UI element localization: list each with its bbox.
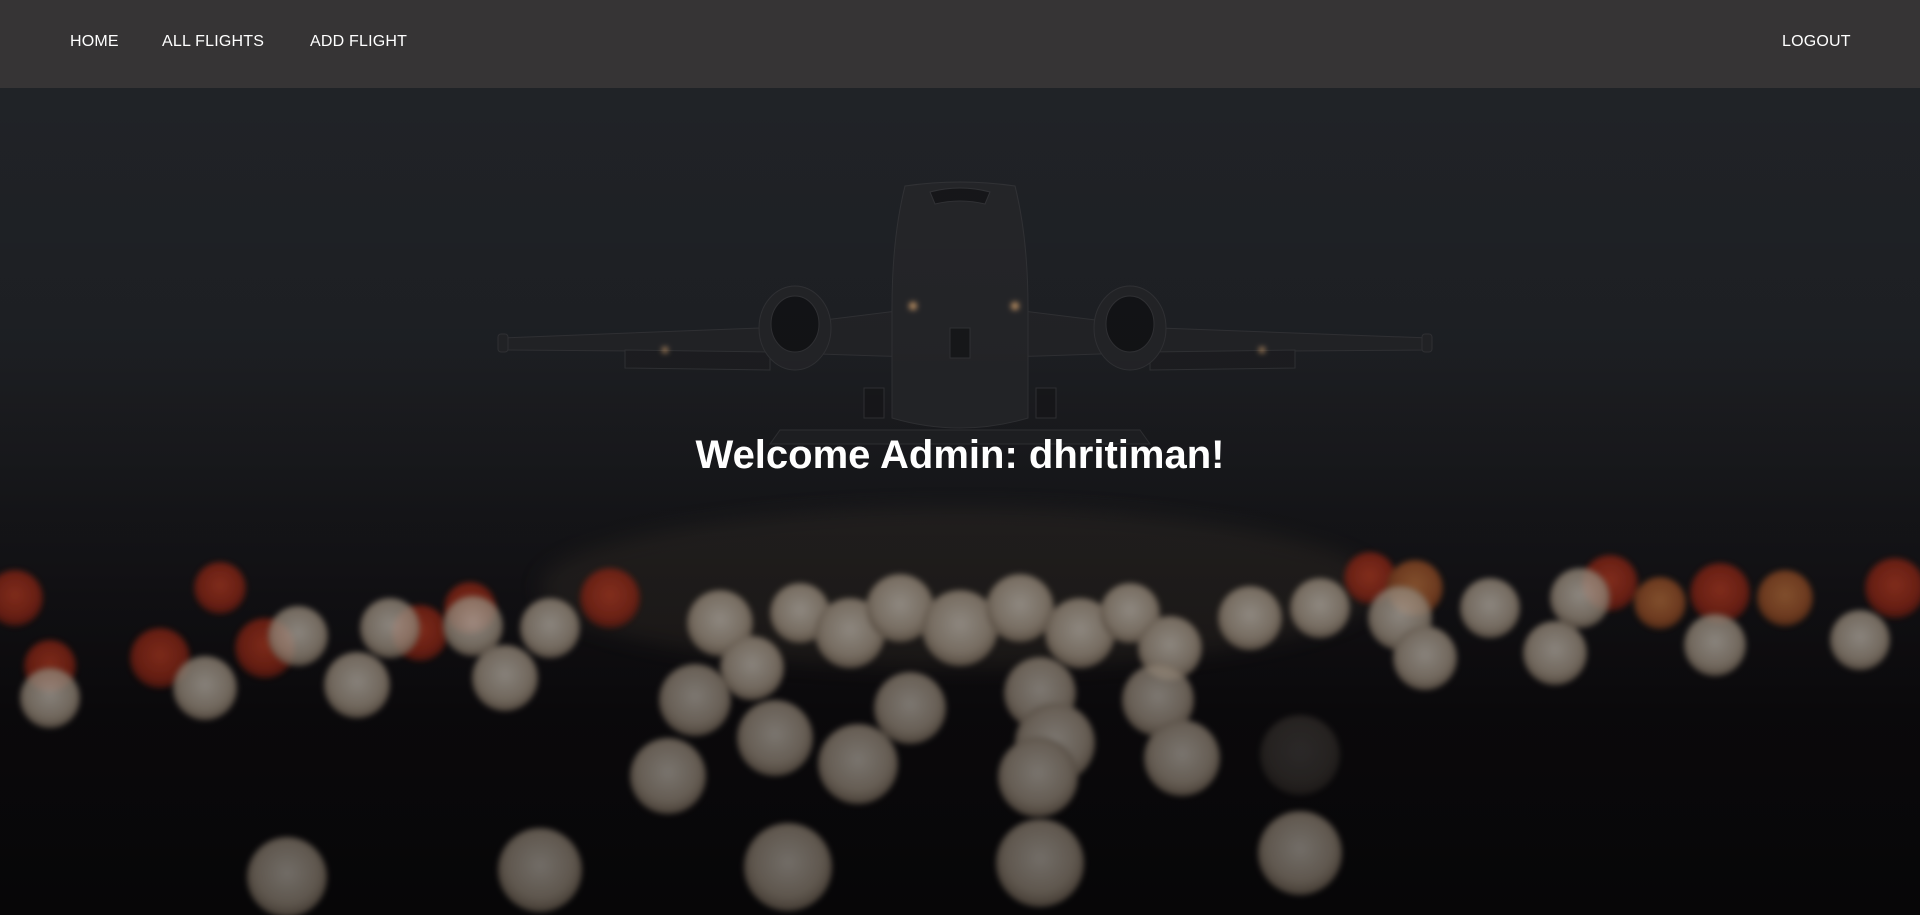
hero-section: Welcome Admin: dhritiman! — [0, 88, 1920, 915]
nav-add-flight-link[interactable]: ADD FLIGHT — [310, 0, 407, 84]
nav-logout-link[interactable]: LOGOUT — [1782, 0, 1851, 84]
hero-background-image — [0, 88, 1920, 915]
nav-all-flights-link[interactable]: ALL FLIGHTS — [162, 0, 264, 84]
nav-home-link[interactable]: HOME — [70, 0, 119, 84]
top-navbar: HOME ALL FLIGHTS ADD FLIGHT LOGOUT — [0, 0, 1920, 88]
welcome-heading: Welcome Admin: dhritiman! — [695, 433, 1225, 477]
